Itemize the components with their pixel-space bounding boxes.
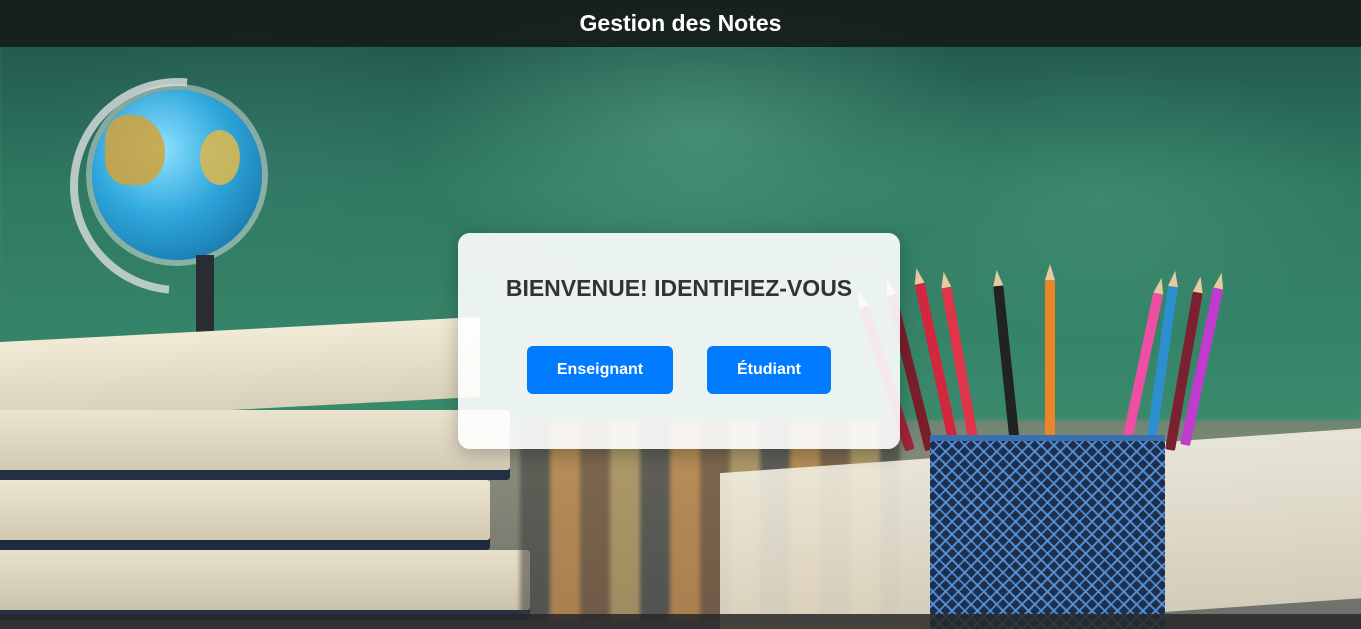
book-stack-item <box>0 480 490 550</box>
book-stack-item <box>0 410 510 480</box>
header-bar: Gestion des Notes <box>0 0 1361 47</box>
page: Gestion des Notes BIENVENUE! IDENTIFIEZ-… <box>0 0 1361 629</box>
book-stack-item <box>0 550 530 620</box>
app-title: Gestion des Notes <box>579 10 782 36</box>
globe-stand <box>196 255 214 335</box>
pencil-cup <box>930 435 1165 629</box>
footer-bar <box>0 614 1361 629</box>
card-title: BIENVENUE! IDENTIFIEZ-VOUS <box>505 275 853 301</box>
student-button[interactable]: Étudiant <box>707 346 831 394</box>
pencil <box>1045 264 1055 440</box>
globe-continent <box>200 130 240 185</box>
login-card: BIENVENUE! IDENTIFIEZ-VOUS Enseignant Ét… <box>458 233 900 449</box>
teacher-button[interactable]: Enseignant <box>527 346 673 394</box>
